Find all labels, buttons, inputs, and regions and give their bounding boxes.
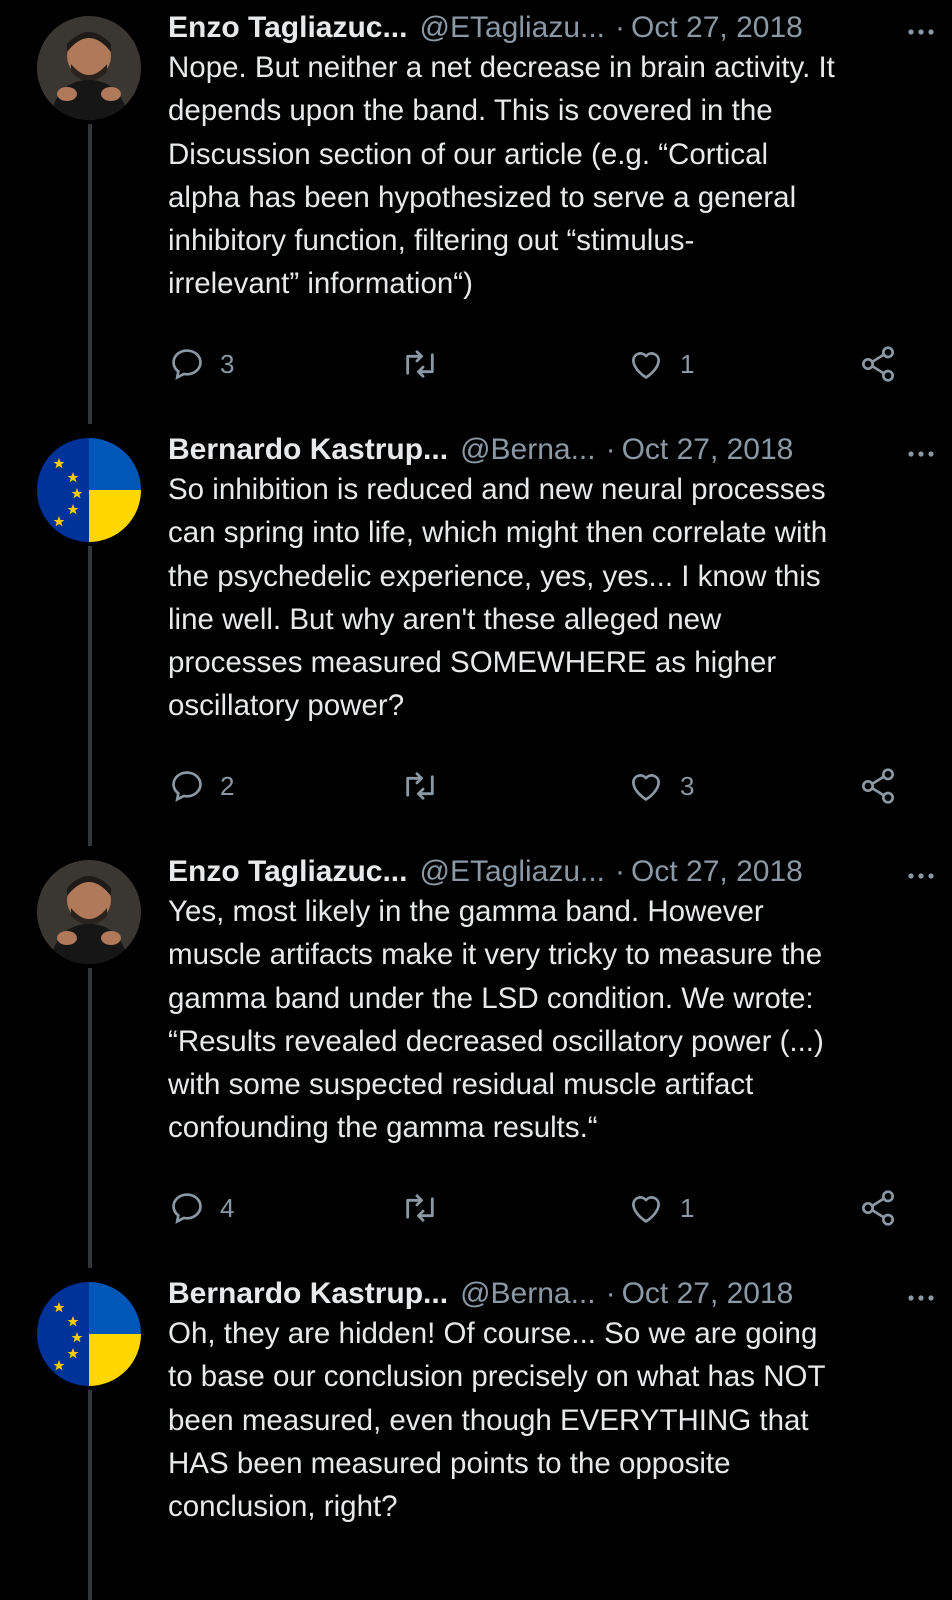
action-bar: 2 3 <box>168 764 928 808</box>
like-button[interactable]: 1 <box>626 1186 694 1230</box>
reply-count: 3 <box>220 348 235 379</box>
tweet[interactable]: Bernardo Kastrup... @Berna... · Oct 27, … <box>0 1277 952 1600</box>
tweet-text: Oh, they are hidden! Of course... So we … <box>168 1317 826 1524</box>
like-count: 1 <box>680 1192 695 1223</box>
retweet-button[interactable] <box>400 342 454 386</box>
tweet-date[interactable]: Oct 27, 2018 <box>622 1277 794 1311</box>
author-handle[interactable]: @Berna... <box>460 1277 596 1311</box>
author-name[interactable]: Bernardo Kastrup... <box>168 1277 448 1311</box>
separator: · <box>605 433 616 466</box>
tweet-header: Bernardo Kastrup... @Berna... · Oct 27, … <box>168 1274 928 1314</box>
reply-icon <box>172 1193 202 1224</box>
share-button[interactable] <box>858 1186 898 1230</box>
tweet-text: So inhibition is reduced and new neural … <box>168 473 828 723</box>
author-name[interactable]: Enzo Tagliazuc... <box>168 11 407 45</box>
like-button[interactable]: 1 <box>626 342 694 386</box>
reply-icon <box>172 349 202 380</box>
tweet-date[interactable]: Oct 27, 2018 <box>622 433 794 467</box>
author-handle[interactable]: @ETagliazu... <box>419 11 605 45</box>
retweet-icon <box>406 772 434 800</box>
share-icon <box>862 346 894 382</box>
share-icon <box>862 768 894 804</box>
retweet-button[interactable] <box>400 764 454 808</box>
tweet-header: Enzo Tagliazuc... @ETagliazu... · Oct 27… <box>168 8 928 48</box>
reply-count: 2 <box>220 770 235 801</box>
tweet[interactable]: Enzo Tagliazuc... @ETagliazu... · Oct 27… <box>0 855 952 1270</box>
tweet[interactable]: Enzo Tagliazuc... @ETagliazu... · Oct 27… <box>0 11 952 426</box>
tweet-text: Nope. But neither a net decrease in brai… <box>168 51 835 301</box>
avatar[interactable] <box>37 16 141 120</box>
action-bar: 3 1 <box>168 342 928 386</box>
separator: · <box>615 855 626 888</box>
reply-icon <box>172 771 202 802</box>
tweet-header: Enzo Tagliazuc... @ETagliazu... · Oct 27… <box>168 852 928 892</box>
share-button[interactable] <box>858 342 898 386</box>
separator: · <box>605 1277 616 1310</box>
action-bar: 4 1 <box>168 1186 928 1230</box>
separator: · <box>615 11 626 44</box>
share-icon <box>862 1190 894 1226</box>
like-button[interactable]: 3 <box>626 764 694 808</box>
more-options-icon[interactable] <box>904 1286 938 1310</box>
retweet-button[interactable] <box>400 1186 454 1230</box>
tweet-date[interactable]: Oct 27, 2018 <box>631 11 803 45</box>
reply-button[interactable]: 3 <box>168 342 234 386</box>
avatar[interactable] <box>37 1282 141 1386</box>
retweet-icon <box>406 350 434 378</box>
like-count: 1 <box>680 348 695 379</box>
avatar[interactable] <box>37 438 141 542</box>
more-options-icon[interactable] <box>904 442 938 466</box>
author-name[interactable]: Enzo Tagliazuc... <box>168 855 407 889</box>
reply-button[interactable]: 4 <box>168 1186 234 1230</box>
heart-icon <box>631 352 661 379</box>
author-handle[interactable]: @ETagliazu... <box>419 855 605 889</box>
reply-button[interactable]: 2 <box>168 764 234 808</box>
tweet-text: Yes, most likely in the gamma band. Howe… <box>168 895 824 1145</box>
share-button[interactable] <box>858 764 898 808</box>
tweet-header: Bernardo Kastrup... @Berna... · Oct 27, … <box>168 430 928 470</box>
heart-icon <box>631 1196 661 1223</box>
author-name[interactable]: Bernardo Kastrup... <box>168 433 448 467</box>
like-count: 3 <box>680 770 695 801</box>
tweet[interactable]: Bernardo Kastrup... @Berna... · Oct 27, … <box>0 433 952 848</box>
tweet-date[interactable]: Oct 27, 2018 <box>631 855 803 889</box>
author-handle[interactable]: @Berna... <box>460 433 596 467</box>
more-options-icon[interactable] <box>904 20 938 44</box>
reply-count: 4 <box>220 1192 235 1223</box>
avatar[interactable] <box>37 860 141 964</box>
more-options-icon[interactable] <box>904 864 938 888</box>
heart-icon <box>631 774 661 801</box>
retweet-icon <box>406 1194 434 1222</box>
